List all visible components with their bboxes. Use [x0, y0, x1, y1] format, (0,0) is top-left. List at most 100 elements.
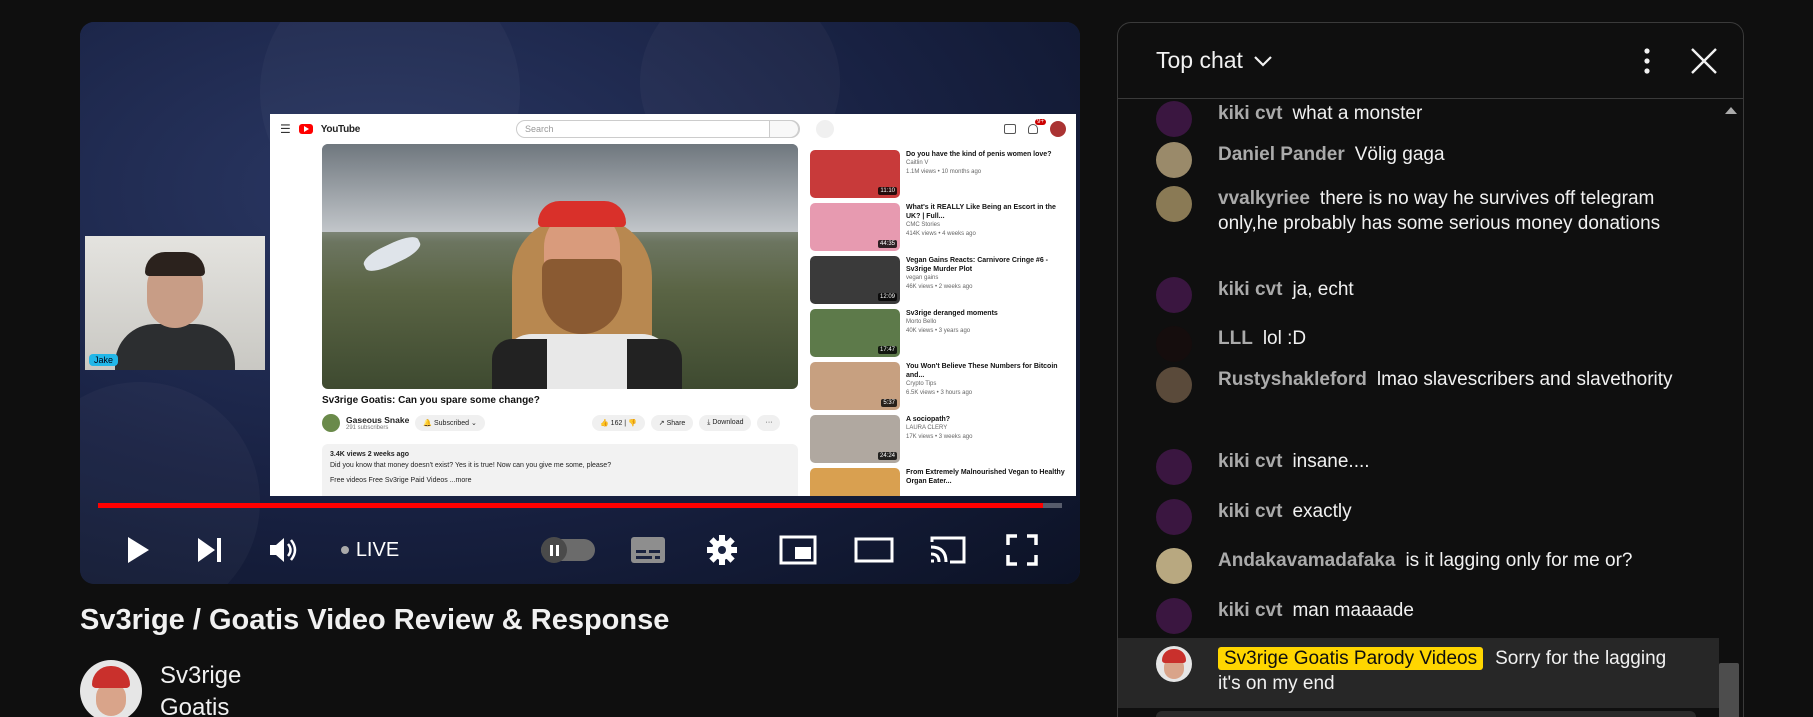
captured-recommendations: 11:10 Do you have the kind of penis women… [810, 150, 1072, 496]
captured-recommendation-channel: LAURA CLERY [906, 425, 948, 431]
channel-avatar[interactable] [80, 660, 142, 717]
chat-author-name[interactable]: Rustyshakleford [1218, 369, 1367, 390]
chat-scrollbar[interactable] [1719, 663, 1739, 717]
chat-author-avatar[interactable] [1156, 101, 1192, 137]
chat-author-name[interactable]: LLL [1218, 328, 1253, 349]
captured-avatar [1050, 121, 1066, 137]
chat-author-avatar[interactable] [1156, 449, 1192, 485]
chat-message-text: what a monster [1292, 103, 1423, 124]
chat-author-avatar[interactable] [1156, 367, 1192, 403]
captured-recommendation-thumbnail [810, 468, 900, 496]
chat-message-body: kiki cvt insane.... [1218, 449, 1689, 485]
captured-recommendation-info: A sociopath? LAURA CLERY 17K views • 3 wee… [906, 415, 972, 468]
chat-author-avatar[interactable] [1156, 499, 1192, 535]
live-chat-panel: Top chat kiki cvt what a monster Daniel Pa… [1117, 22, 1744, 717]
fullscreen-button[interactable] [998, 522, 1046, 578]
chat-message[interactable]: Daniel Pander Völig gaga [1118, 142, 1719, 178]
captured-desc-text: Did you know that money doesn't exist? Y… [330, 462, 612, 469]
captured-subscribed-pill: 🔔 Subscribed ⌄ [415, 415, 485, 431]
close-icon[interactable] [1689, 46, 1719, 76]
subtitles-icon [631, 537, 665, 563]
chat-message[interactable]: kiki cvt ja, echt [1118, 277, 1719, 313]
chat-message[interactable]: kiki cvt exactly [1118, 499, 1719, 535]
captured-channel-name: Gaseous Snake [346, 415, 410, 425]
chat-author-avatar[interactable] [1156, 142, 1192, 178]
theater-mode-button[interactable] [850, 522, 898, 578]
captured-recommendation-channel: Caitlin V [906, 160, 929, 166]
scroll-up-arrow-icon[interactable] [1725, 107, 1737, 114]
captured-channel-row: Gaseous Snake 291 subscribers 🔔 Subscrib… [322, 414, 485, 432]
chat-author-name[interactable]: kiki cvt [1218, 451, 1282, 472]
cast-icon [930, 536, 966, 564]
chat-author-name[interactable]: kiki cvt [1218, 501, 1282, 522]
chat-author-name[interactable]: Andakavamadafaka [1218, 550, 1395, 571]
chat-author-name[interactable]: Daniel Pander [1218, 144, 1345, 165]
chat-message-text: man maaaade [1292, 600, 1414, 621]
chat-message-body: Daniel Pander Völig gaga [1218, 142, 1689, 178]
captured-recommendation-info: You Won't Believe These Numbers for Bitc… [906, 362, 1072, 415]
captured-search-placeholder: Search [524, 124, 554, 134]
chat-author-name[interactable]: kiki cvt [1218, 279, 1282, 300]
chat-message-text: Völig gaga [1354, 144, 1445, 165]
chat-author-name[interactable]: vvalkyriee [1218, 188, 1310, 209]
chat-author-name[interactable]: kiki cvt [1218, 600, 1282, 621]
chat-message-body: Andakavamadafaka is it lagging only for m… [1218, 548, 1689, 584]
chat-message-body: Sv3rige Goatis Parody Videos Sorry for th… [1218, 646, 1689, 708]
webcam-overlay: Jake [85, 236, 265, 370]
chat-author-avatar[interactable] [1156, 186, 1192, 222]
captured-channel-avatar [322, 414, 340, 432]
captured-actions: 👍 162 | 👎 ↗ Share ⤓ Download ··· [592, 415, 781, 431]
chat-message-body: vvalkyriee there is no way he survives of… [1218, 186, 1689, 236]
progress-bar[interactable] [98, 503, 1062, 508]
video-player[interactable]: ☰ YouTube Search 9+ Sv3rige Goatis: Can … [80, 22, 1080, 584]
captured-recommendation-meta: 1.1M views • 10 months ago [906, 169, 982, 175]
cast-button[interactable] [924, 522, 972, 578]
live-indicator[interactable]: LIVE [330, 522, 410, 578]
chat-author-avatar[interactable] [1156, 277, 1192, 313]
chat-owner-badge[interactable]: Sv3rige Goatis Parody Videos [1218, 647, 1484, 670]
chat-author-name[interactable]: kiki cvt [1218, 103, 1282, 124]
channel-name[interactable]: Sv3rige Goatis [160, 660, 270, 717]
captured-recommendation-thumbnail: 44:35 [810, 203, 900, 251]
chat-message[interactable]: kiki cvt insane.... [1118, 449, 1719, 485]
create-icon [1004, 124, 1016, 134]
chat-message-text: exactly [1292, 501, 1352, 522]
chat-author-avatar[interactable] [1156, 548, 1192, 584]
chat-message-body: kiki cvt exactly [1218, 499, 1689, 535]
autoplay-toggle[interactable] [538, 522, 598, 578]
volume-icon [270, 538, 297, 562]
chat-message[interactable]: Andakavamadafaka is it lagging only for m… [1118, 548, 1719, 584]
captured-recommendation-duration: 17:47 [877, 346, 897, 354]
chat-message[interactable]: Rustyshakleford lmao slavescribers and sl… [1118, 367, 1719, 403]
captured-recommendation-meta: 414K views • 4 weeks ago [906, 231, 976, 237]
chat-message[interactable]: kiki cvt man maaaade [1118, 598, 1719, 634]
chat-mode-label: Top chat [1156, 47, 1243, 73]
chat-message[interactable]: LLL lol :D [1118, 326, 1719, 362]
captured-recommendation-duration: 11:10 [878, 187, 897, 195]
captured-video [322, 144, 798, 389]
chat-input-area[interactable] [1156, 711, 1696, 717]
chat-author-avatar[interactable] [1156, 646, 1192, 682]
captured-recommendation: 44:35 What's it REALLY Like Being an Esco… [810, 203, 1072, 256]
captured-recommendation-thumbnail: 17:47 [810, 309, 900, 357]
subtitles-button[interactable] [624, 522, 672, 578]
captured-recommendation-thumbnail: 12:09 [810, 256, 900, 304]
chat-message-body: kiki cvt what a monster [1218, 101, 1689, 137]
more-vert-icon[interactable] [1643, 47, 1651, 75]
chat-message-body: kiki cvt ja, echt [1218, 277, 1689, 313]
captured-download-pill: ⤓ Download [699, 415, 752, 431]
next-button[interactable] [186, 522, 234, 578]
mute-button[interactable] [260, 522, 308, 578]
chat-message[interactable]: kiki cvt what a monster [1118, 101, 1719, 137]
notification-count: 9+ [1035, 119, 1046, 125]
chat-message[interactable]: Sv3rige Goatis Parody Videos Sorry for th… [1118, 638, 1719, 708]
play-button[interactable] [114, 522, 162, 578]
chat-message[interactable]: vvalkyriee there is no way he survives of… [1118, 186, 1719, 236]
chat-author-avatar[interactable] [1156, 326, 1192, 362]
chat-author-avatar[interactable] [1156, 598, 1192, 634]
skip-next-icon [198, 538, 221, 562]
settings-button[interactable] [698, 522, 746, 578]
captured-youtube-page: ☰ YouTube Search 9+ Sv3rige Goatis: Can … [270, 114, 1076, 496]
chat-mode-dropdown[interactable]: Top chat [1156, 47, 1273, 74]
miniplayer-button[interactable] [774, 522, 822, 578]
